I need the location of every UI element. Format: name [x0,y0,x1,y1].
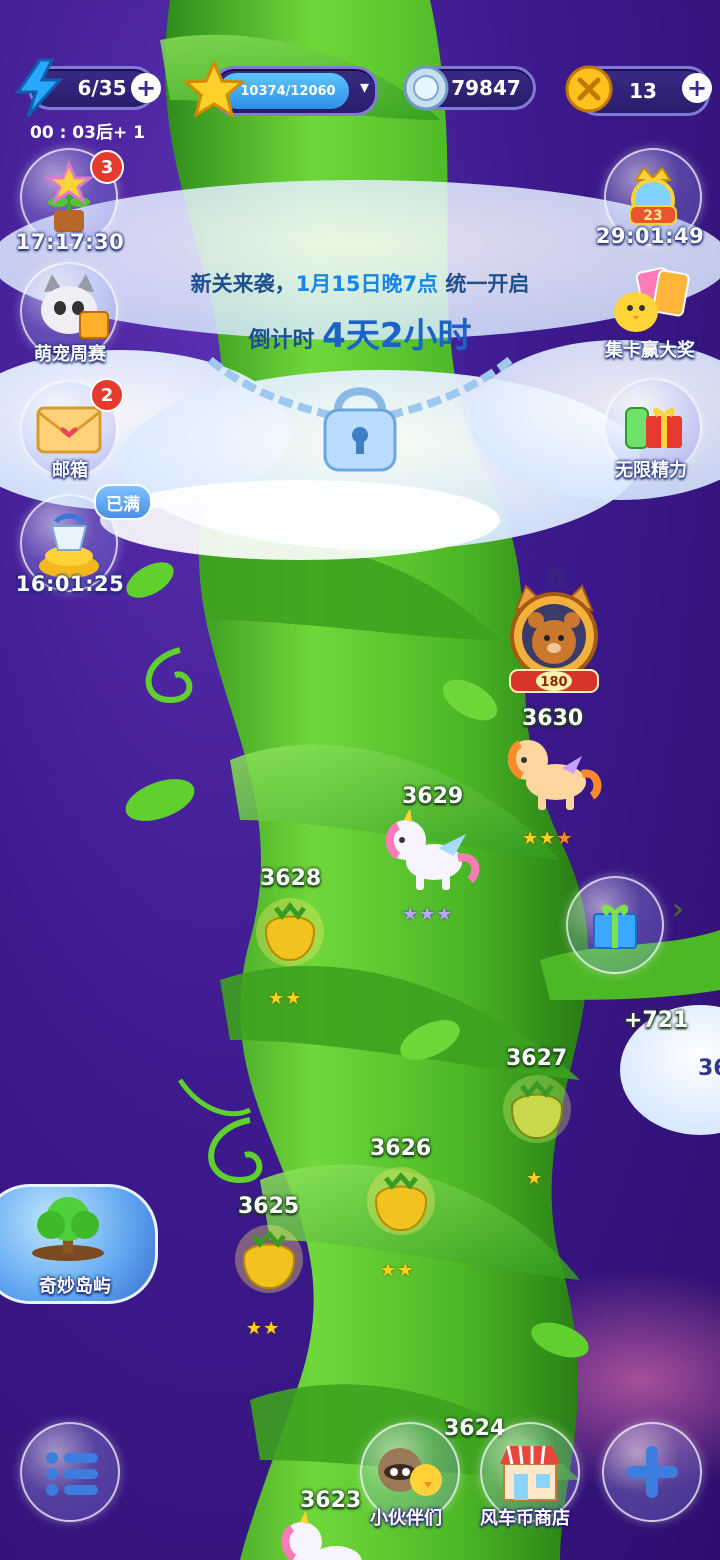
flower-timer: 17:17:30 [15,230,125,254]
notice-date: 1月15日晚7点 [295,272,439,296]
green-fruit-icon [503,1075,571,1143]
level-3625-number: 3625 [238,1194,300,1219]
shop-label: 风车币商店 [480,1508,570,1529]
plus-icon [626,1446,678,1498]
coin-value: 79847 [451,76,521,100]
flower-badge: 3 [90,150,124,184]
level-3625-node[interactable] [230,1220,308,1298]
rank-level-text: 23 [643,208,662,224]
tree-island-icon [32,1197,104,1261]
token-value: 13 [629,79,657,103]
level-3623-node[interactable] [278,1512,368,1560]
mailbox-badge: 2 [90,378,124,412]
player-avatar[interactable]: 180 [502,584,606,696]
countdown-value: 4天2小时 [322,316,472,356]
level-3629-stars: ★★★ [402,904,454,925]
level-3628-number: 3628 [260,866,322,891]
level-3626-stars: ★★ [380,1260,415,1281]
chevron-down-icon: ▾ [359,77,369,98]
level-3626-node[interactable] [362,1162,440,1240]
friends-label: 小伙伴们 [370,1508,442,1529]
golden-fruit-icon [235,1225,303,1293]
gift-box-icon [593,904,637,949]
pony-icon [508,740,602,810]
level-3625-stars: ★★ [246,1318,281,1339]
golden-fruit-icon [367,1167,435,1235]
level-3623-number: 3623 [300,1488,362,1513]
treasure-timer: 16:01:25 [15,572,125,596]
gold-token-icon [565,65,613,113]
player-level-text: 180 [540,675,567,690]
notice-prefix: 新关来袭， [190,272,296,296]
notice-suffix: 统一开启 [438,272,530,296]
add-button[interactable] [602,1422,702,1522]
energy-plus-button[interactable]: + [131,73,161,103]
menu-button[interactable] [20,1422,120,1522]
chevron-right-icon: › [672,892,684,927]
silver-coin-icon [403,65,449,111]
level-3630-stars: ★★★ [522,828,574,849]
infinite-energy-label: 无限精力 [615,460,687,481]
level-3627-node[interactable] [498,1070,576,1148]
star-progress-value: 10374/12060 [240,83,336,99]
gift-bubble-button[interactable] [566,876,664,974]
bear-avatar-icon: 180 [509,584,599,693]
rank-timer: 29:01:49 [595,224,705,248]
new-level-notice: 新关来袭，1月15日晚7点 统一开启 [0,268,720,298]
list-menu-icon [46,1452,98,1496]
unicorn-icon [385,808,480,890]
golden-fruit-icon [256,898,324,966]
treasure-full-text: 已满 [106,494,140,515]
level-3626-number: 3626 [370,1136,432,1161]
level-3629-number: 3629 [402,784,464,809]
token-plus-button[interactable]: + [682,73,712,103]
level-3630-number: 3630 [522,706,584,731]
level-3630-node[interactable] [502,730,608,814]
lightning-icon [15,58,64,117]
island-label: 奇妙岛屿 [39,1276,111,1297]
level-3628-stars: ★★ [268,988,303,1009]
level-3629-node[interactable] [380,808,490,894]
mailbox-label: 邮箱 [52,460,88,481]
level-3627-stars: ★ [526,1168,544,1189]
level-3628-node[interactable] [252,894,328,970]
countdown-notice: 倒计时 4天2小时 [0,308,720,357]
unicorn-icon [281,1512,362,1560]
energy-value: 6/35 [77,76,127,100]
next-island-partial-text: 36 [698,1056,720,1081]
countdown-prefix: 倒计时 [248,328,323,353]
energy-refill-timer: 00 : 03后+ 1 [30,123,145,143]
gift-bonus-text: +721 [624,1008,689,1033]
treasure-full-tag: 已满 [94,484,152,520]
level-3627-number: 3627 [506,1046,568,1071]
star-icon [182,60,246,118]
